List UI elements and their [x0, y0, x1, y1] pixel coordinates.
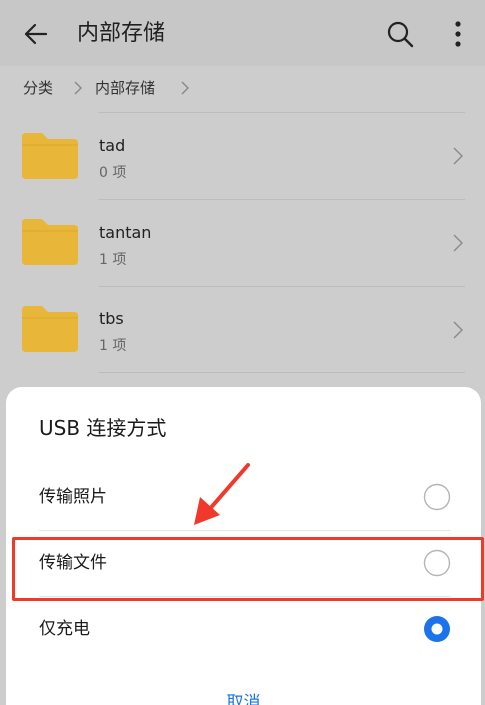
- chevron-right-icon: [74, 81, 82, 95]
- search-icon: [387, 21, 414, 48]
- file-item-count: 1 项: [99, 338, 127, 354]
- folder-icon: [22, 133, 78, 179]
- sheet-title: USB 连接方式: [39, 416, 167, 440]
- file-name: tad: [99, 136, 126, 155]
- arrow-left-icon: [24, 23, 48, 45]
- breadcrumb-item-category[interactable]: 分类: [23, 78, 53, 98]
- file-list-item[interactable]: tad 0 项: [0, 113, 485, 199]
- breadcrumb-item-internal-storage[interactable]: 内部存储: [95, 78, 155, 98]
- option-label: 仅充电: [39, 619, 90, 639]
- file-list-item[interactable]: tantan 1 项: [0, 200, 485, 286]
- folder-icon: [22, 219, 78, 265]
- search-button[interactable]: [384, 18, 416, 50]
- option-label: 传输照片: [39, 487, 107, 507]
- page-title: 内部存储: [77, 21, 166, 46]
- radio-checked-icon[interactable]: [423, 615, 451, 643]
- cancel-button[interactable]: 取消: [6, 689, 481, 705]
- list-divider: [99, 372, 465, 373]
- more-vertical-icon: [455, 21, 461, 47]
- file-name: tantan: [99, 223, 152, 242]
- chevron-right-icon: [453, 321, 463, 339]
- option-charge-only[interactable]: 仅充电: [6, 596, 481, 662]
- file-item-count: 1 项: [99, 252, 127, 268]
- file-item-count: 0 项: [99, 165, 127, 181]
- screen: 内部存储 分类 内部存储 tad 0 项 tantan 1 项 tbs 1 项 …: [0, 0, 485, 705]
- annotation-arrow-icon: [194, 463, 250, 525]
- file-name: tbs: [99, 309, 124, 328]
- chevron-right-icon: [181, 81, 189, 95]
- folder-icon: [22, 306, 78, 352]
- back-button[interactable]: [20, 18, 52, 50]
- radio-unchecked-icon[interactable]: [423, 483, 451, 511]
- more-options-button[interactable]: [446, 18, 470, 50]
- app-bar: 内部存储: [0, 0, 485, 66]
- breadcrumb: 分类 内部存储: [0, 66, 485, 112]
- chevron-right-icon: [453, 147, 463, 165]
- chevron-right-icon: [453, 234, 463, 252]
- annotation-highlight-box: [12, 537, 484, 601]
- file-list-item[interactable]: tbs 1 项: [0, 287, 485, 373]
